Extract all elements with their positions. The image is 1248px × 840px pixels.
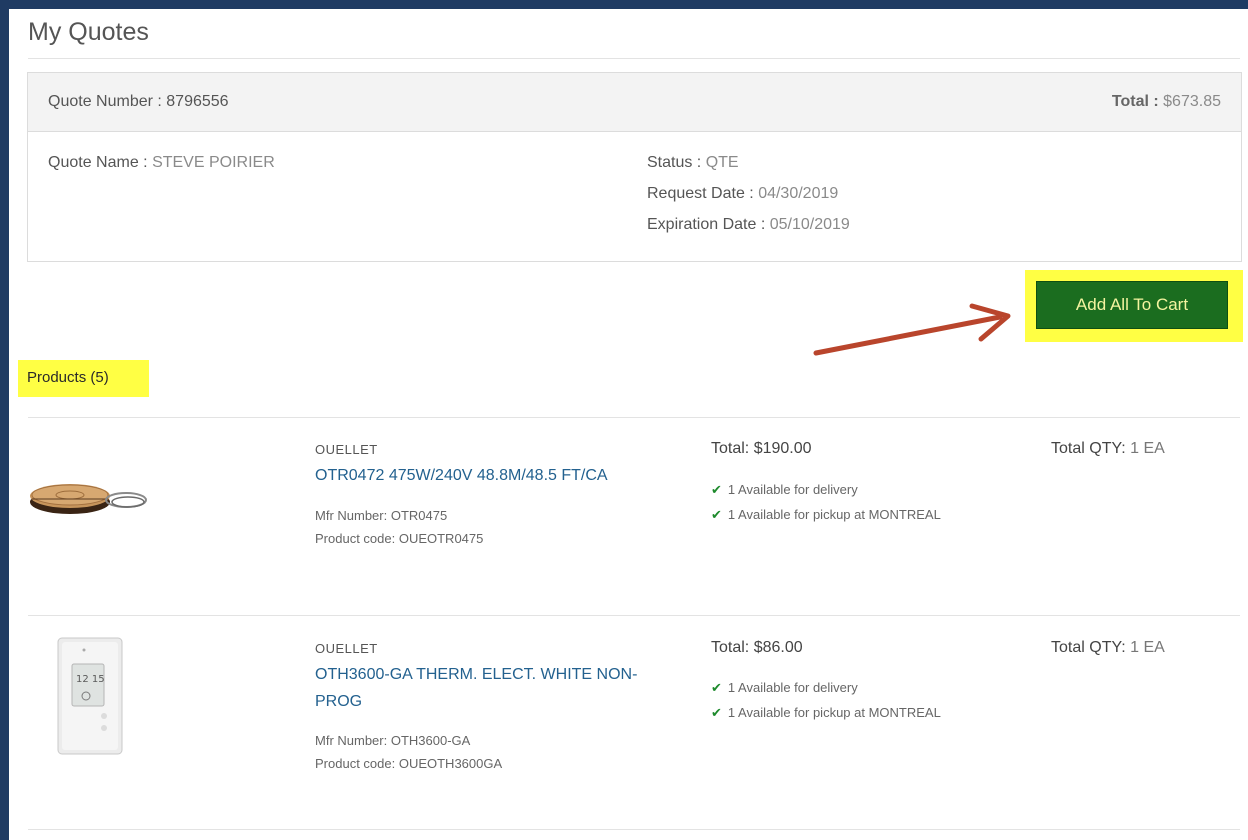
quote-number-label: Quote Number : bbox=[48, 93, 162, 110]
pickup-text: 1 Available for pickup at MONTREAL bbox=[727, 705, 941, 720]
quote-header: Quote Number : 8796556 Total : $673.85 bbox=[28, 73, 1241, 132]
heating-cable-image bbox=[30, 484, 147, 514]
delivery-text: 1 Available for delivery bbox=[727, 680, 858, 695]
quote-summary: Quote Number : 8796556 Total : $673.85 Q… bbox=[27, 72, 1242, 262]
check-icon: ✔ bbox=[711, 482, 722, 497]
request-date-value: 04/30/2019 bbox=[758, 185, 839, 202]
expiration-date-label: Expiration Date : bbox=[647, 216, 766, 233]
quote-number: Quote Number : 8796556 bbox=[48, 93, 229, 111]
pickup-text: 1 Available for pickup at MONTREAL bbox=[727, 507, 941, 522]
check-icon: ✔ bbox=[711, 680, 722, 695]
quote-name-value: STEVE POIRIER bbox=[152, 154, 275, 171]
product-qty: Total QTY: 1 EA bbox=[1051, 639, 1165, 657]
quote-name: Quote Name : STEVE POIRIER bbox=[48, 154, 275, 172]
pickup-availability: ✔ 1 Available for pickup at MONTREAL bbox=[711, 502, 941, 527]
product-divider bbox=[28, 829, 1240, 830]
request-date-label: Request Date : bbox=[647, 185, 754, 202]
status-value: QTE bbox=[705, 154, 739, 171]
products-heading: Products (5) bbox=[18, 360, 149, 397]
quote-expiration-date: Expiration Date : 05/10/2019 bbox=[647, 216, 850, 234]
pickup-availability: ✔ 1 Available for pickup at MONTREAL bbox=[711, 700, 941, 725]
quote-total-label: Total : bbox=[1111, 93, 1159, 110]
quote-total: Total : $673.85 bbox=[1112, 93, 1221, 111]
product-brand: OUELLET bbox=[315, 641, 378, 656]
mfr-number: Mfr Number: OTR0475 bbox=[315, 508, 448, 523]
page-title: My Quotes bbox=[28, 18, 149, 46]
product-total: Total: $190.00 bbox=[711, 440, 812, 457]
quote-status: Status : QTE bbox=[647, 154, 739, 172]
check-icon: ✔ bbox=[711, 705, 722, 720]
quote-total-value: $673.85 bbox=[1163, 93, 1221, 110]
product-divider bbox=[28, 615, 1240, 616]
product-divider bbox=[28, 417, 1240, 418]
product-name-link[interactable]: OTH3600-GA THERM. ELECT. WHITE NON-PROG bbox=[315, 661, 675, 715]
product-name-link[interactable]: OTR0472 475W/240V 48.8M/48.5 FT/CA bbox=[315, 462, 675, 489]
product-qty: Total QTY: 1 EA bbox=[1051, 440, 1165, 458]
product-brand: OUELLET bbox=[315, 442, 378, 457]
delivery-availability: ✔ 1 Available for delivery bbox=[711, 477, 941, 502]
qty-value: 1 EA bbox=[1130, 639, 1165, 656]
thermostat-display-text: 12 15 bbox=[76, 674, 105, 685]
title-divider bbox=[28, 58, 1240, 59]
quote-number-value: 8796556 bbox=[166, 93, 229, 110]
qty-value: 1 EA bbox=[1130, 440, 1165, 457]
expiration-date-value: 05/10/2019 bbox=[769, 216, 850, 233]
quote-name-label: Quote Name : bbox=[48, 154, 148, 171]
product-code: Product code: OUEOTH3600GA bbox=[315, 756, 503, 771]
qty-label: Total QTY: bbox=[1051, 639, 1126, 656]
product-meta: Mfr Number: OTR0475 Product code: OUEOTR… bbox=[315, 504, 483, 550]
product-meta: Mfr Number: OTH3600-GA Product code: OUE… bbox=[315, 729, 502, 775]
product-total: Total: $86.00 bbox=[711, 639, 803, 656]
availability: ✔ 1 Available for delivery ✔ 1 Available f… bbox=[711, 477, 941, 527]
qty-label: Total QTY: bbox=[1051, 440, 1126, 457]
product-code: Product code: OUEOTR0475 bbox=[315, 531, 484, 546]
thermostat-image: 12 15 bbox=[57, 637, 123, 755]
status-label: Status : bbox=[647, 154, 702, 171]
check-icon: ✔ bbox=[711, 507, 722, 522]
add-all-to-cart-button[interactable]: Add All To Cart bbox=[1036, 281, 1228, 329]
availability: ✔ 1 Available for delivery ✔ 1 Available f… bbox=[711, 675, 941, 725]
quote-request-date: Request Date : 04/30/2019 bbox=[647, 185, 838, 203]
delivery-availability: ✔ 1 Available for delivery bbox=[711, 675, 941, 700]
delivery-text: 1 Available for delivery bbox=[727, 482, 858, 497]
mfr-number: Mfr Number: OTH3600-GA bbox=[315, 733, 471, 748]
arrow-annotation-icon bbox=[813, 303, 1011, 356]
